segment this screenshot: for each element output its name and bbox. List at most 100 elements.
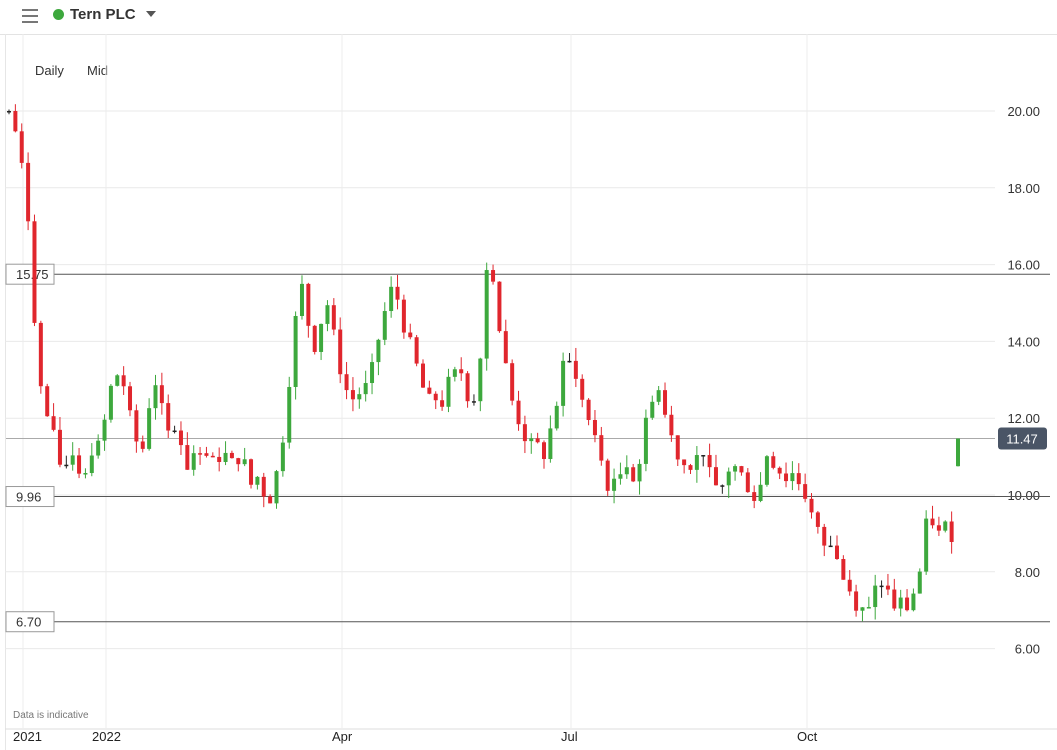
candle-body — [312, 325, 317, 352]
candle-body — [745, 472, 750, 493]
candle-body — [764, 456, 769, 485]
candle-body — [147, 408, 152, 449]
candle-body — [287, 386, 292, 443]
candle-body — [631, 467, 636, 482]
y-tick-label: 16.00 — [1007, 258, 1040, 273]
candle-body — [261, 476, 266, 497]
y-tick-label: 18.00 — [1007, 181, 1040, 196]
candle-body — [618, 474, 623, 479]
candle-body — [172, 430, 177, 433]
candle-body — [809, 498, 814, 513]
candle-body — [739, 466, 744, 473]
candle-body — [255, 476, 260, 485]
candle-body — [446, 376, 451, 407]
candle-body — [249, 459, 254, 485]
candle-body — [153, 385, 158, 409]
candle-body — [344, 374, 349, 391]
candle-body — [586, 399, 591, 421]
candle-body — [459, 369, 464, 374]
candle-body — [178, 430, 183, 446]
candle-body — [522, 424, 527, 442]
candle-body — [306, 283, 311, 326]
candle-body — [89, 455, 94, 474]
candle-body — [834, 545, 839, 560]
candle-body — [210, 455, 215, 458]
candle-body — [19, 131, 24, 163]
y-tick-label: 20.00 — [1007, 104, 1040, 119]
candle-body — [701, 455, 706, 457]
candle-body — [166, 403, 171, 431]
candle-body — [350, 390, 355, 400]
candle-body — [733, 466, 738, 472]
candle-body — [580, 378, 585, 400]
candle-body — [280, 442, 285, 472]
candle-body — [478, 358, 483, 402]
candle-body — [713, 467, 718, 486]
candle-body — [70, 455, 75, 465]
candle-body — [293, 315, 298, 387]
candle-body — [841, 559, 846, 580]
candle-body — [669, 414, 674, 436]
candle-body — [26, 162, 31, 222]
candle-body — [408, 332, 413, 338]
candle-body — [682, 459, 687, 466]
candle-body — [917, 571, 922, 594]
price-chart: 20.00 18.00 16.00 14.00 12.00 10.00 8.00 6.00 20… — [5, 34, 1057, 744]
x-tick-label: Jul — [561, 729, 578, 744]
candle-body — [268, 496, 273, 504]
x-tick-label: Apr — [332, 729, 353, 744]
candle-body — [688, 465, 693, 470]
candle-body — [414, 337, 419, 364]
candle-body — [198, 453, 203, 455]
candle-body — [503, 331, 508, 364]
candle-body — [140, 441, 145, 449]
candle-body — [465, 373, 470, 402]
candle-body — [491, 270, 496, 282]
candle-body — [433, 393, 438, 401]
candle-body — [389, 286, 394, 312]
candle-body — [121, 375, 126, 387]
y-tick-label: 14.00 — [1007, 334, 1040, 349]
candle-body — [484, 270, 489, 359]
candle-body — [108, 385, 113, 420]
candle-body — [643, 417, 648, 464]
candle-body — [548, 428, 553, 459]
candle-body — [784, 473, 789, 482]
candle-body — [229, 452, 234, 459]
candle-body — [822, 526, 827, 546]
candle-body — [535, 438, 540, 443]
candle-body — [77, 455, 82, 474]
candle-body — [516, 400, 521, 425]
candle-body — [854, 591, 859, 611]
candle-body — [956, 438, 960, 467]
candle-body — [115, 375, 120, 386]
candle-body — [771, 456, 776, 468]
candle-body — [866, 607, 871, 609]
y-tick-label: 8.00 — [1015, 565, 1040, 580]
candle-body — [720, 485, 725, 487]
candle-body — [319, 323, 324, 352]
candle-body — [471, 401, 476, 403]
candle-body — [38, 322, 43, 387]
last-price-label: 11.47 — [1006, 432, 1038, 447]
candle-body — [382, 311, 387, 340]
candle-body — [185, 445, 190, 470]
candle-body — [637, 463, 642, 482]
candle-body — [943, 521, 948, 531]
candle-body — [573, 360, 578, 379]
candle-body — [510, 363, 515, 401]
candle-body — [663, 390, 668, 415]
candle-body — [847, 579, 852, 592]
candle-body — [905, 597, 910, 611]
candle-body — [592, 420, 597, 436]
candle-body — [420, 363, 425, 388]
candle-body — [656, 390, 661, 402]
candle-body — [752, 492, 757, 501]
reference-line-label: 9.96 — [16, 490, 41, 505]
candle-body — [675, 435, 680, 460]
candle-body — [561, 360, 566, 406]
candle-body — [828, 545, 833, 548]
candle-body — [427, 387, 432, 394]
candle-body — [873, 585, 878, 608]
candle-body — [803, 484, 808, 499]
